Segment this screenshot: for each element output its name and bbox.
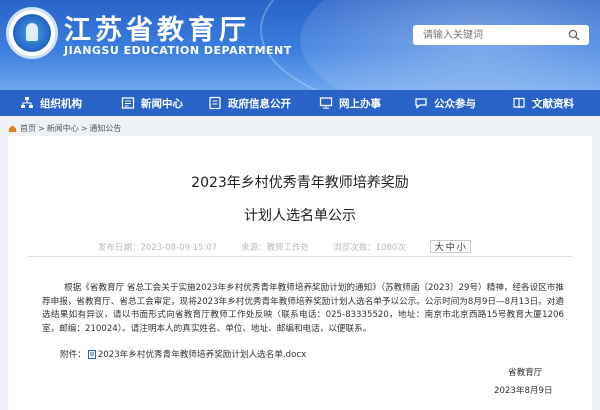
- font-size-small[interactable]: 小: [456, 240, 467, 253]
- doc-file-icon: [87, 349, 96, 359]
- site-header: 江苏省教育厅 JIANGSU EDUCATION DEPARTMENT: [0, 0, 600, 90]
- nav-label: 文献资料: [532, 97, 574, 110]
- font-size-medium[interactable]: 中: [445, 240, 456, 253]
- article-body: 根据《省教育厅 省总工会关于实施2023年乡村优秀青年教师培养奖励计划的通知》（…: [42, 283, 564, 334]
- nav-item-news[interactable]: 新闻中心: [115, 90, 193, 116]
- font-size-switcher: 大 中 小: [429, 240, 471, 253]
- article-card: 2023年乡村优秀青年教师培养奖励 计划人选名单公示 发布日期：2023-08-…: [8, 136, 592, 410]
- computer-icon: [319, 97, 333, 109]
- nav-item-org[interactable]: 组织机构: [14, 90, 92, 116]
- breadcrumb-notice[interactable]: 通知公告: [89, 123, 121, 134]
- article-title-line1: 2023年乡村优秀青年教师培养奖励: [191, 175, 409, 191]
- attachment-line: 附件： 2023年乡村优秀青年教师培养奖励计划人选名单.docx: [60, 348, 306, 360]
- nav-item-docs[interactable]: 文献资料: [506, 90, 584, 116]
- search-box: [413, 25, 589, 45]
- nav-item-online[interactable]: 网上办事: [313, 90, 391, 116]
- breadcrumb: 首页 > 新闻中心 > 通知公告: [8, 123, 123, 134]
- nav-label: 新闻中心: [141, 97, 183, 110]
- org-icon: [21, 97, 33, 108]
- nav-item-public[interactable]: 公众参与: [408, 90, 486, 116]
- article-title-line2: 计划人选名单公示: [244, 208, 356, 224]
- view-count: 浏览次数：1080次: [333, 242, 406, 253]
- nav-label: 网上办事: [339, 97, 381, 110]
- info-icon: [209, 96, 221, 110]
- search-icon[interactable]: [563, 25, 585, 45]
- signature: 省教育厅: [508, 368, 543, 378]
- nav-item-info[interactable]: 政府信息公开: [202, 90, 301, 116]
- attachment-link[interactable]: 2023年乡村优秀青年教师培养奖励计划人选名单.docx: [98, 348, 306, 360]
- meta-divider: [28, 256, 572, 257]
- breadcrumb-sep: >: [38, 124, 45, 133]
- article-source: 来源：教师工作处: [241, 242, 310, 253]
- font-size-large[interactable]: 大: [434, 240, 445, 253]
- site-logo[interactable]: [6, 7, 58, 59]
- main-nav-items: 组织机构 新闻中心 政府信息公开 网上办事 公众参与 文献资料: [0, 90, 600, 116]
- search-input[interactable]: [413, 26, 563, 44]
- site-subtitle: JIANGSU EDUCATION DEPARTMENT: [64, 44, 292, 57]
- breadcrumb-news[interactable]: 新闻中心: [47, 123, 79, 134]
- breadcrumb-home[interactable]: 首页: [20, 123, 36, 134]
- header-arc: [260, 0, 600, 90]
- publish-date: 发布日期：2023-08-09 15:07: [98, 242, 218, 253]
- breadcrumb-sep: >: [80, 124, 88, 133]
- news-icon: [121, 97, 135, 109]
- article-meta: 发布日期：2023-08-09 15:07 来源：教师工作处 浏览次数：1080…: [98, 240, 471, 253]
- site-title[interactable]: 江苏省教育厅: [64, 8, 250, 47]
- nav-label: 政府信息公开: [228, 97, 291, 110]
- nav-label: 公众参与: [434, 97, 476, 110]
- emblem-icon: [13, 14, 51, 52]
- attachment-label: 附件：: [60, 350, 86, 360]
- chat-icon: [415, 98, 427, 109]
- book-icon: [513, 97, 525, 109]
- nav-label: 组织机构: [40, 97, 82, 110]
- sign-date: 2023年8月9日: [494, 386, 553, 396]
- home-icon: [8, 125, 17, 133]
